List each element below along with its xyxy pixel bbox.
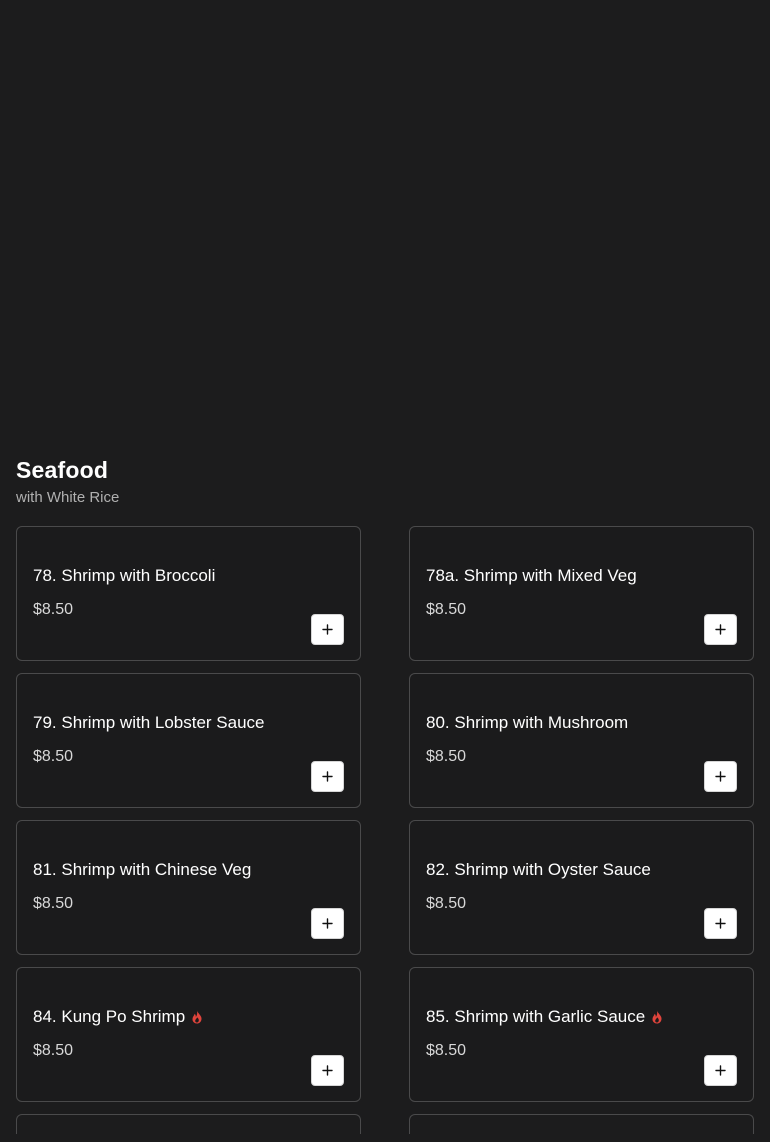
menu-item-price: $8.50	[33, 601, 74, 618]
plus-icon	[322, 1065, 333, 1076]
menu-item-card-partial[interactable]	[409, 1114, 754, 1134]
plus-icon	[715, 1065, 726, 1076]
menu-item-price: $8.50	[426, 748, 467, 765]
section-subtitle: with White Rice	[16, 489, 120, 506]
flame-icon	[192, 1010, 202, 1024]
add-to-cart-button[interactable]	[311, 761, 344, 792]
menu-item-name-wrap: 78. Shrimp with Broccoli	[33, 566, 215, 586]
menu-item-card[interactable]: 80. Shrimp with Mushroom $8.50	[409, 673, 754, 808]
menu-item-card[interactable]: 78. Shrimp with Broccoli $8.50	[16, 526, 361, 661]
add-to-cart-button[interactable]	[704, 761, 737, 792]
flame-icon	[652, 1010, 662, 1024]
menu-item-name: 79. Shrimp with Lobster Sauce	[33, 713, 265, 732]
add-to-cart-button[interactable]	[704, 908, 737, 939]
menu-item-name-wrap: 79. Shrimp with Lobster Sauce	[33, 713, 265, 733]
plus-icon	[322, 624, 333, 635]
menu-item-name-wrap: 80. Shrimp with Mushroom	[426, 713, 628, 733]
menu-item-price: $8.50	[426, 601, 467, 618]
menu-item-card[interactable]: 81. Shrimp with Chinese Veg $8.50	[16, 820, 361, 955]
menu-item-card[interactable]: 82. Shrimp with Oyster Sauce $8.50	[409, 820, 754, 955]
plus-icon	[322, 771, 333, 782]
menu-item-name-wrap: 85. Shrimp with Garlic Sauce	[426, 1007, 663, 1027]
add-to-cart-button[interactable]	[311, 614, 344, 645]
section-header: Seafood with White Rice	[16, 455, 119, 508]
menu-item-name: 84. Kung Po Shrimp	[33, 1007, 186, 1026]
menu-item-name: 81. Shrimp with Chinese Veg	[33, 860, 252, 879]
menu-item-name-wrap: 84. Kung Po Shrimp	[33, 1007, 203, 1027]
add-to-cart-button[interactable]	[311, 1055, 344, 1086]
menu-item-card[interactable]: 84. Kung Po Shrimp $8.50	[16, 967, 361, 1102]
add-to-cart-button[interactable]	[704, 614, 737, 645]
menu-item-name-wrap: 82. Shrimp with Oyster Sauce	[426, 860, 651, 880]
menu-item-name: 80. Shrimp with Mushroom	[426, 713, 629, 732]
menu-item-price: $8.50	[33, 1042, 74, 1059]
section-title: Seafood	[16, 457, 109, 483]
menu-item-card-partial[interactable]	[16, 1114, 361, 1134]
menu-item-price: $8.50	[33, 748, 74, 765]
add-to-cart-button[interactable]	[311, 908, 344, 939]
menu-item-name-wrap: 81. Shrimp with Chinese Veg	[33, 860, 251, 880]
menu-item-name-wrap: 78a. Shrimp with Mixed Veg	[426, 566, 637, 586]
menu-item-card[interactable]: 85. Shrimp with Garlic Sauce $8.50	[409, 967, 754, 1102]
menu-item-price: $8.50	[426, 1042, 467, 1059]
plus-icon	[715, 771, 726, 782]
add-to-cart-button[interactable]	[704, 1055, 737, 1086]
plus-icon	[715, 918, 726, 929]
plus-icon	[715, 624, 726, 635]
menu-item-name: 78. Shrimp with Broccoli	[33, 566, 216, 585]
menu-item-price: $8.50	[33, 895, 74, 912]
menu-item-card[interactable]: 79. Shrimp with Lobster Sauce $8.50	[16, 673, 361, 808]
menu-item-name: 85. Shrimp with Garlic Sauce	[426, 1007, 646, 1026]
menu-item-card[interactable]: 78a. Shrimp with Mixed Veg $8.50	[409, 526, 754, 661]
menu-item-name: 82. Shrimp with Oyster Sauce	[426, 860, 651, 879]
menu-item-grid: 78. Shrimp with Broccoli $8.50 78a. Shri…	[16, 526, 754, 1134]
menu-item-name: 78a. Shrimp with Mixed Veg	[426, 566, 637, 585]
plus-icon	[322, 918, 333, 929]
menu-page: Seafood with White Rice 78. Shrimp with …	[0, 0, 770, 1142]
menu-item-price: $8.50	[426, 895, 467, 912]
